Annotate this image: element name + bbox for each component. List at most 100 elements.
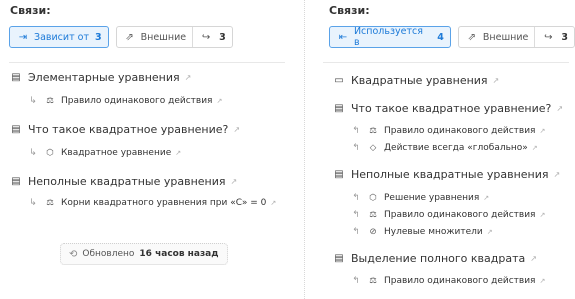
gavel-icon: ⚖ — [46, 198, 54, 208]
history-icon: ⟲ — [69, 248, 78, 260]
usage-item[interactable]: ↰ ⚖ Правило одинакового действия ↗ — [350, 210, 545, 220]
external-arrow-icon: ↗ — [175, 149, 182, 157]
external-link-icon: ⇗ — [125, 31, 134, 43]
diamond-icon: ◇ — [369, 143, 377, 153]
external-arrow-icon: ↗ — [483, 194, 490, 202]
depends-on-count: 3 — [94, 31, 102, 43]
external-arrow-icon: ↗ — [539, 127, 546, 135]
book-icon: ▤ — [11, 176, 21, 187]
used-in-label: Используется в — [353, 26, 423, 48]
group-title: Неполные квадратные уравнения — [351, 168, 549, 181]
external-arrow-icon: ↗ — [184, 73, 192, 82]
book-icon: ▤ — [334, 253, 344, 264]
group-title: Выделение полного квадрата — [351, 252, 526, 265]
forward-arrow-icon: ↪ — [544, 31, 553, 43]
group-title: Что такое квадратное уравнение? — [28, 123, 229, 136]
external-arrow-icon: ↗ — [486, 228, 493, 236]
item-label: Решение уравнения — [384, 193, 480, 203]
section-title: Связи: — [10, 4, 51, 17]
item-label: Правило одинакового действия — [384, 210, 536, 220]
group-link[interactable]: ▤ Неполные квадратные уравнения ↗ — [9, 175, 237, 188]
item-label: Нулевые множители — [384, 227, 483, 237]
check-circle-icon: ⊘ — [369, 227, 377, 237]
item-label: Корни квадратного уравнения при «C» = 0 — [61, 198, 267, 208]
book-icon: ▤ — [11, 124, 21, 135]
usage-item[interactable]: ↰ ⚖ Правило одинакового действия ↗ — [350, 126, 545, 136]
item-label: Правило одинакового действия — [384, 126, 536, 136]
group-link[interactable]: ▤ Неполные квадратные уравнения ↗ — [332, 168, 560, 181]
book-icon: ▤ — [11, 72, 21, 83]
dependency-item[interactable]: ↳ ⚖ Корни квадратного уравнения при «C» … — [27, 198, 276, 208]
gavel-icon: ⚖ — [369, 276, 377, 286]
right-button-row: ⇤ Используется в 4 ⇗ Внешние ↪ 3 — [329, 26, 575, 48]
group-link[interactable]: ▤ Выделение полного квадрата ↗ — [332, 252, 537, 265]
dependency-item[interactable]: ↳ ⚖ Правило одинакового действия ↗ — [27, 96, 222, 106]
depends-on-button[interactable]: ⇥ Зависит от 3 — [9, 26, 109, 48]
relation-arrow-icon: ↰ — [352, 276, 360, 286]
item-label: Правило одинакового действия — [384, 276, 536, 286]
updated-value: 16 часов назад — [139, 249, 219, 259]
relation-arrow-icon: ↰ — [352, 210, 360, 220]
cube-icon: ⬡ — [369, 193, 377, 203]
arrow-right-into-icon: ⇥ — [18, 31, 28, 43]
left-button-row: ⇥ Зависит от 3 ⇗ Внешние ↪ 3 — [9, 26, 233, 48]
book-icon: ▤ — [334, 169, 344, 180]
external-arrow-icon: ↗ — [531, 144, 538, 152]
external-label: Внешние — [482, 31, 529, 43]
external-arrow-icon: ↗ — [539, 211, 546, 219]
group-link[interactable]: ▤ Что такое квадратное уравнение? ↗ — [9, 123, 240, 136]
panel-divider — [304, 0, 305, 299]
external-button[interactable]: ⇗ Внешние ↪ 3 — [115, 26, 233, 48]
group-title: Квадратные уравнения — [351, 74, 488, 87]
usage-item[interactable]: ↰ ⊘ Нулевые множители ↗ — [350, 227, 493, 237]
dependency-item[interactable]: ↳ ⬡ Квадратное уравнение ↗ — [27, 148, 181, 158]
external-arrow-icon: ↗ — [492, 76, 500, 85]
relation-arrow-icon: ↰ — [352, 143, 360, 153]
external-arrow-icon: ↗ — [556, 104, 564, 113]
external-count: 3 — [561, 31, 568, 43]
external-label: Внешние — [140, 31, 187, 43]
depends-on-label: Зависит от — [34, 31, 89, 43]
section-title: Связи: — [329, 4, 370, 17]
arrow-left-from-icon: ⇤ — [338, 31, 348, 43]
external-arrow-icon: ↗ — [230, 177, 238, 186]
group-link[interactable]: ▭ Квадратные уравнения ↗ — [332, 74, 499, 87]
updated-prefix: Обновлено — [82, 249, 135, 259]
group-title: Элементарные уравнения — [28, 71, 180, 84]
separator — [323, 62, 569, 63]
folder-icon: ▭ — [334, 75, 344, 86]
group-title: Что такое квадратное уравнение? — [351, 102, 552, 115]
external-count: 3 — [219, 31, 226, 43]
external-arrow-icon: ↗ — [270, 199, 277, 207]
relation-arrow-icon: ↳ — [29, 198, 37, 208]
relation-arrow-icon: ↰ — [352, 227, 360, 237]
gavel-icon: ⚖ — [369, 210, 377, 220]
used-in-count: 4 — [437, 31, 444, 43]
external-arrow-icon: ↗ — [553, 170, 561, 179]
external-link-icon: ⇗ — [467, 31, 477, 43]
group-title: Неполные квадратные уравнения — [28, 175, 226, 188]
relation-arrow-icon: ↳ — [29, 96, 37, 106]
external-arrow-icon: ↗ — [216, 97, 223, 105]
usage-item[interactable]: ↰ ⚖ Правило одинакового действия ↗ — [350, 276, 545, 286]
gavel-icon: ⚖ — [46, 96, 54, 106]
external-arrow-icon: ↗ — [539, 277, 546, 285]
external-button[interactable]: ⇗ Внешние ↪ 3 — [457, 26, 575, 48]
external-arrow-icon: ↗ — [530, 254, 537, 263]
item-label: Квадратное уравнение — [61, 148, 172, 158]
usage-item[interactable]: ↰ ◇ Действие всегда «глобально» ↗ — [350, 143, 538, 153]
cube-icon: ⬡ — [46, 148, 54, 158]
external-arrow-icon: ↗ — [233, 125, 241, 134]
separator — [9, 62, 285, 63]
used-in-button[interactable]: ⇤ Используется в 4 — [329, 26, 451, 48]
item-label: Правило одинакового действия — [61, 96, 213, 106]
book-icon: ▤ — [334, 103, 344, 114]
relation-arrow-icon: ↰ — [352, 126, 360, 136]
group-link[interactable]: ▤ Элементарные уравнения ↗ — [9, 71, 191, 84]
group-link[interactable]: ▤ Что такое квадратное уравнение? ↗ — [332, 102, 563, 115]
updated-badge: ⟲ Обновлено 16 часов назад — [60, 243, 228, 265]
usage-item[interactable]: ↰ ⬡ Решение уравнения ↗ — [350, 193, 489, 203]
relation-arrow-icon: ↰ — [352, 193, 360, 203]
item-label: Действие всегда «глобально» — [384, 143, 528, 153]
gavel-icon: ⚖ — [369, 126, 377, 136]
